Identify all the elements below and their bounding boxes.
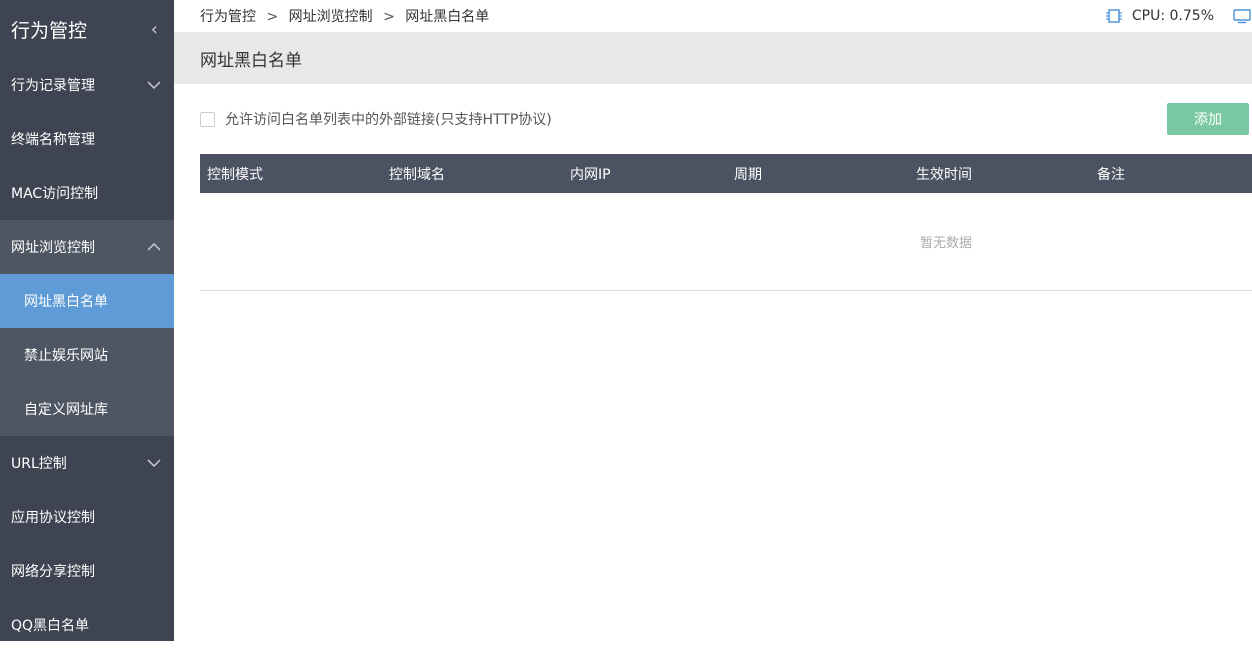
sidebar-subitem-label: 自定义网址库	[24, 402, 108, 418]
column-header: 备注	[1097, 166, 1125, 183]
sidebar-item-qq-blackwhitelist[interactable]: QQ黑白名单	[0, 598, 174, 652]
collapse-sidebar-icon[interactable]: ‹	[151, 19, 158, 40]
sidebar-subitem-custom-url-library[interactable]: 自定义网址库	[0, 382, 174, 436]
chevron-down-icon	[146, 455, 162, 471]
page-title-bar: 网址黑白名单	[174, 32, 1252, 84]
sidebar-item-label: 终端名称管理	[11, 132, 95, 148]
allow-external-links-label: 允许访问白名单列表中的外部链接(只支持HTTP协议)	[225, 112, 552, 128]
top-bar: 行为管控 > 网址浏览控制 > 网址黑白名单 CPU: 0.75%	[174, 0, 1252, 32]
chevron-down-icon	[146, 77, 162, 93]
column-header: 周期	[734, 166, 762, 183]
breadcrumb: 行为管控 > 网址浏览控制 > 网址黑白名单	[200, 6, 489, 26]
sidebar-item-label: 网址浏览控制	[11, 240, 95, 256]
sidebar-item-app-protocol[interactable]: 应用协议控制	[0, 490, 174, 544]
breadcrumb-separator: >	[383, 9, 395, 25]
monitor-icon	[1232, 7, 1252, 25]
sidebar-title: 行为管控	[11, 19, 88, 42]
sidebar-item-behavior-records[interactable]: 行为记录管理	[0, 58, 174, 112]
empty-text: 暂无数据	[919, 236, 972, 251]
sidebar-header: 行为管控 ‹	[0, 0, 174, 58]
rules-table: 控制模式 控制域名 内网IP 周期 生效时间 备注 暂无数据	[200, 154, 1252, 291]
column-header: 生效时间	[916, 166, 972, 183]
sidebar-item-label: QQ黑白名单	[11, 618, 90, 634]
chevron-up-icon	[146, 239, 162, 255]
table-empty-state: 暂无数据	[200, 193, 1252, 291]
page-title: 网址黑白名单	[200, 50, 302, 71]
sidebar-item-label: 网络分享控制	[11, 564, 95, 580]
sidebar-subitem-block-entertainment[interactable]: 禁止娱乐网站	[0, 328, 174, 382]
sidebar-item-label: 应用协议控制	[11, 510, 95, 526]
breadcrumb-separator: >	[266, 9, 279, 25]
sidebar-item-terminal-names[interactable]: 终端名称管理	[0, 112, 174, 166]
sidebar: 行为管控 ‹ 行为记录管理 终端名称管理 MAC访问控制 网址浏览控制 网址黑白…	[0, 0, 174, 641]
sidebar-item-network-sharing[interactable]: 网络分享控制	[0, 544, 174, 598]
column-header: 控制模式	[207, 166, 263, 183]
table-header: 控制模式 控制域名 内网IP 周期 生效时间 备注	[200, 154, 1252, 193]
allow-external-links-checkbox[interactable]	[200, 111, 215, 127]
cpu-chip-icon	[1104, 7, 1124, 25]
breadcrumb-current: 网址黑白名单	[405, 9, 490, 25]
allow-external-links-option[interactable]: 允许访问白名单列表中的外部链接(只支持HTTP协议)	[200, 109, 552, 129]
sidebar-item-mac-access[interactable]: MAC访问控制	[0, 166, 174, 220]
column-header: 控制域名	[389, 166, 445, 183]
sidebar-item-label: URL控制	[11, 456, 67, 472]
sidebar-item-url-control[interactable]: URL控制	[0, 436, 174, 490]
toolbar: 允许访问白名单列表中的外部链接(只支持HTTP协议) 添加	[174, 84, 1252, 154]
column-header: 内网IP	[570, 166, 611, 183]
sidebar-item-label: MAC访问控制	[11, 186, 99, 202]
sidebar-subitem-label: 禁止娱乐网站	[24, 348, 108, 364]
cpu-usage: CPU: 0.75%	[1131, 8, 1214, 24]
sidebar-subitem-url-blackwhitelist[interactable]: 网址黑白名单	[0, 274, 174, 328]
sidebar-item-label: 行为记录管理	[11, 78, 95, 94]
main-content: 行为管控 > 网址浏览控制 > 网址黑白名单 CPU: 0.75% 网址黑白名单…	[174, 0, 1252, 641]
sidebar-item-url-browsing[interactable]: 网址浏览控制	[0, 220, 174, 274]
breadcrumb-item[interactable]: 行为管控	[200, 9, 256, 25]
add-button[interactable]: 添加	[1167, 103, 1249, 135]
system-status: CPU: 0.75%	[1104, 7, 1252, 25]
sidebar-subitem-label: 网址黑白名单	[24, 294, 108, 310]
breadcrumb-item[interactable]: 网址浏览控制	[289, 9, 373, 25]
